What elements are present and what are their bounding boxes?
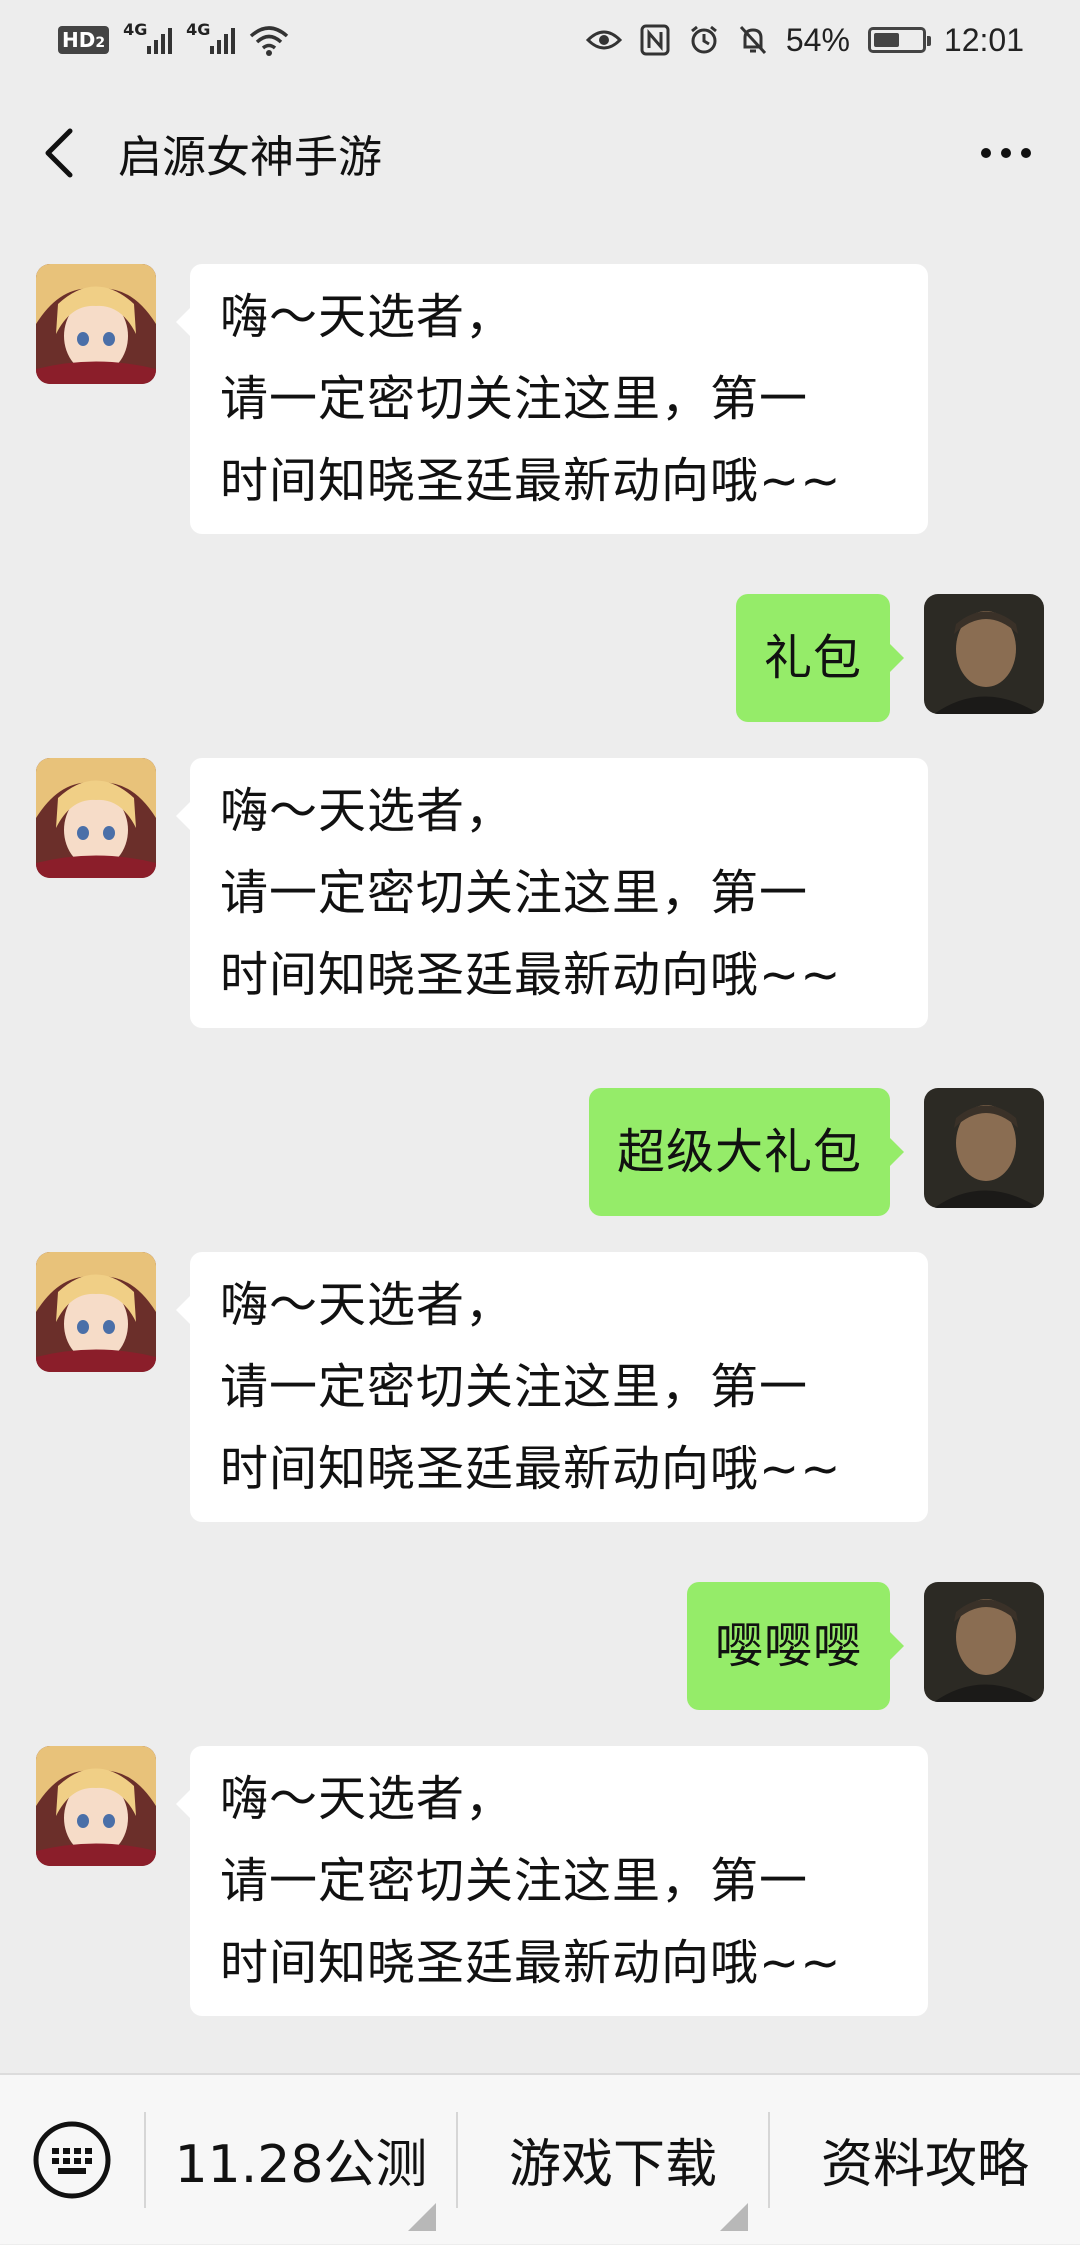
signal-icon-1: 4G bbox=[123, 20, 173, 54]
wifi-icon bbox=[249, 26, 289, 56]
message-bubble-sent[interactable]: 礼包 bbox=[735, 594, 905, 722]
more-dots-icon bbox=[981, 148, 991, 158]
menu-item-public-test[interactable]: 11.28公测 bbox=[146, 2074, 456, 2245]
menu-item-label: 游戏下载 bbox=[508, 2135, 717, 2195]
message-text-line: 嗨～天选者， bbox=[220, 289, 515, 345]
message-text: 礼包 bbox=[763, 630, 862, 686]
message-text-line: 请一定密切关注这里，第一 bbox=[220, 1853, 809, 1909]
signal-icon-2: 4G bbox=[186, 20, 236, 54]
message-row: 嗨～天选者， 请一定密切关注这里，第一 时间知晓圣廷最新动向哦~~ bbox=[0, 758, 1080, 1050]
keyboard-toggle-button[interactable] bbox=[0, 2074, 144, 2245]
sim-label: 2 bbox=[95, 35, 106, 51]
avatar-official[interactable] bbox=[36, 1252, 156, 1372]
avatar-official[interactable] bbox=[36, 758, 156, 878]
avatar-self[interactable] bbox=[924, 594, 1044, 714]
back-button[interactable] bbox=[0, 80, 120, 226]
hd-label: HD bbox=[62, 28, 96, 52]
message-bubble-received[interactable]: 嗨～天选者， 请一定密切关注这里，第一 时间知晓圣廷最新动向哦~~ bbox=[176, 1252, 928, 1522]
bell-off-icon bbox=[739, 25, 766, 55]
battery-percent: 54% bbox=[785, 21, 850, 58]
menu-item-game-download[interactable]: 游戏下载 bbox=[458, 2074, 768, 2245]
chat-area[interactable]: 嗨～天选者， 请一定密切关注这里，第一 时间知晓圣廷最新动向哦~~ 礼包 嗨～天… bbox=[0, 226, 1080, 2073]
nfc-icon bbox=[640, 24, 670, 56]
message-text-line: 嗨～天选者， bbox=[220, 1277, 515, 1333]
message-text-line: 时间知晓圣廷最新动向哦~~ bbox=[220, 947, 842, 1003]
message-row: 礼包 bbox=[0, 594, 1080, 722]
eye-icon bbox=[585, 30, 622, 50]
battery-icon bbox=[867, 27, 931, 53]
alarm-icon bbox=[690, 25, 717, 54]
message-bubble-sent[interactable]: 超级大礼包 bbox=[588, 1088, 905, 1216]
page-title: 启源女神手游 bbox=[118, 132, 382, 183]
message-text: 超级大礼包 bbox=[616, 1124, 862, 1180]
avatar-image bbox=[36, 758, 156, 878]
message-text-line: 嗨～天选者， bbox=[220, 1771, 515, 1827]
message-text-line: 请一定密切关注这里，第一 bbox=[220, 1359, 809, 1415]
keyboard-icon bbox=[33, 2121, 111, 2198]
message-bubble-received[interactable]: 嗨～天选者， 请一定密切关注这里，第一 时间知晓圣廷最新动向哦~~ bbox=[176, 264, 928, 534]
avatar-image bbox=[36, 1252, 156, 1372]
message-bubble-received[interactable]: 嗨～天选者， 请一定密切关注这里，第一 时间知晓圣廷最新动向哦~~ bbox=[176, 758, 928, 1028]
submenu-indicator-icon bbox=[720, 2203, 748, 2231]
message-text-line: 时间知晓圣廷最新动向哦~~ bbox=[220, 1441, 842, 1497]
avatar-image bbox=[36, 1746, 156, 1866]
message-bubble-received[interactable]: 嗨～天选者， 请一定密切关注这里，第一 时间知晓圣廷最新动向哦~~ bbox=[176, 1746, 928, 2016]
message-text-line: 请一定密切关注这里，第一 bbox=[220, 865, 809, 921]
menu-item-guides[interactable]: 资料攻略 bbox=[770, 2074, 1080, 2245]
avatar-image bbox=[924, 1088, 1044, 1208]
message-text-line: 请一定密切关注这里，第一 bbox=[220, 371, 809, 427]
message-text: 嘤嘤嘤 bbox=[714, 1618, 862, 1674]
message-text-line: 时间知晓圣廷最新动向哦~~ bbox=[220, 1935, 842, 1991]
nav-bar: 启源女神手游 bbox=[0, 80, 1080, 226]
avatar-image bbox=[924, 594, 1044, 714]
message-bubble-sent[interactable]: 嘤嘤嘤 bbox=[686, 1582, 905, 1710]
status-time: 12:01 bbox=[943, 21, 1024, 58]
message-row: 超级大礼包 bbox=[0, 1088, 1080, 1216]
menu-item-label: 资料攻略 bbox=[820, 2135, 1029, 2195]
bottom-menu: 11.28公测 游戏下载 资料攻略 bbox=[0, 2073, 1080, 2244]
avatar-official[interactable] bbox=[36, 264, 156, 384]
avatar-image bbox=[924, 1582, 1044, 1702]
more-button[interactable] bbox=[968, 120, 1044, 186]
message-row: 嗨～天选者， 请一定密切关注这里，第一 时间知晓圣廷最新动向哦~~ bbox=[0, 1746, 1080, 2038]
avatar-self[interactable] bbox=[924, 1582, 1044, 1702]
message-row: 嗨～天选者， 请一定密切关注这里，第一 时间知晓圣廷最新动向哦~~ bbox=[0, 1252, 1080, 1544]
menu-item-label: 11.28公测 bbox=[174, 2135, 428, 2195]
chevron-left-icon bbox=[45, 128, 73, 178]
message-row: 嘤嘤嘤 bbox=[0, 1582, 1080, 1710]
submenu-indicator-icon bbox=[408, 2203, 436, 2231]
status-right: 54% 12:01 bbox=[585, 21, 1024, 59]
message-text-line: 嗨～天选者， bbox=[220, 783, 515, 839]
status-left: HD2 4G 4G bbox=[58, 20, 289, 56]
network-type-1: 4G bbox=[123, 20, 148, 39]
message-text-line: 时间知晓圣廷最新动向哦~~ bbox=[220, 453, 842, 509]
network-type-2: 4G bbox=[186, 20, 211, 39]
avatar-self[interactable] bbox=[924, 1088, 1044, 1208]
status-bar: HD2 4G 4G 54% 12:01 bbox=[0, 0, 1080, 80]
message-row: 嗨～天选者， 请一定密切关注这里，第一 时间知晓圣廷最新动向哦~~ bbox=[0, 264, 1080, 556]
hd-badge: HD2 bbox=[58, 26, 110, 54]
avatar-image bbox=[36, 264, 156, 384]
avatar-official[interactable] bbox=[36, 1746, 156, 1866]
